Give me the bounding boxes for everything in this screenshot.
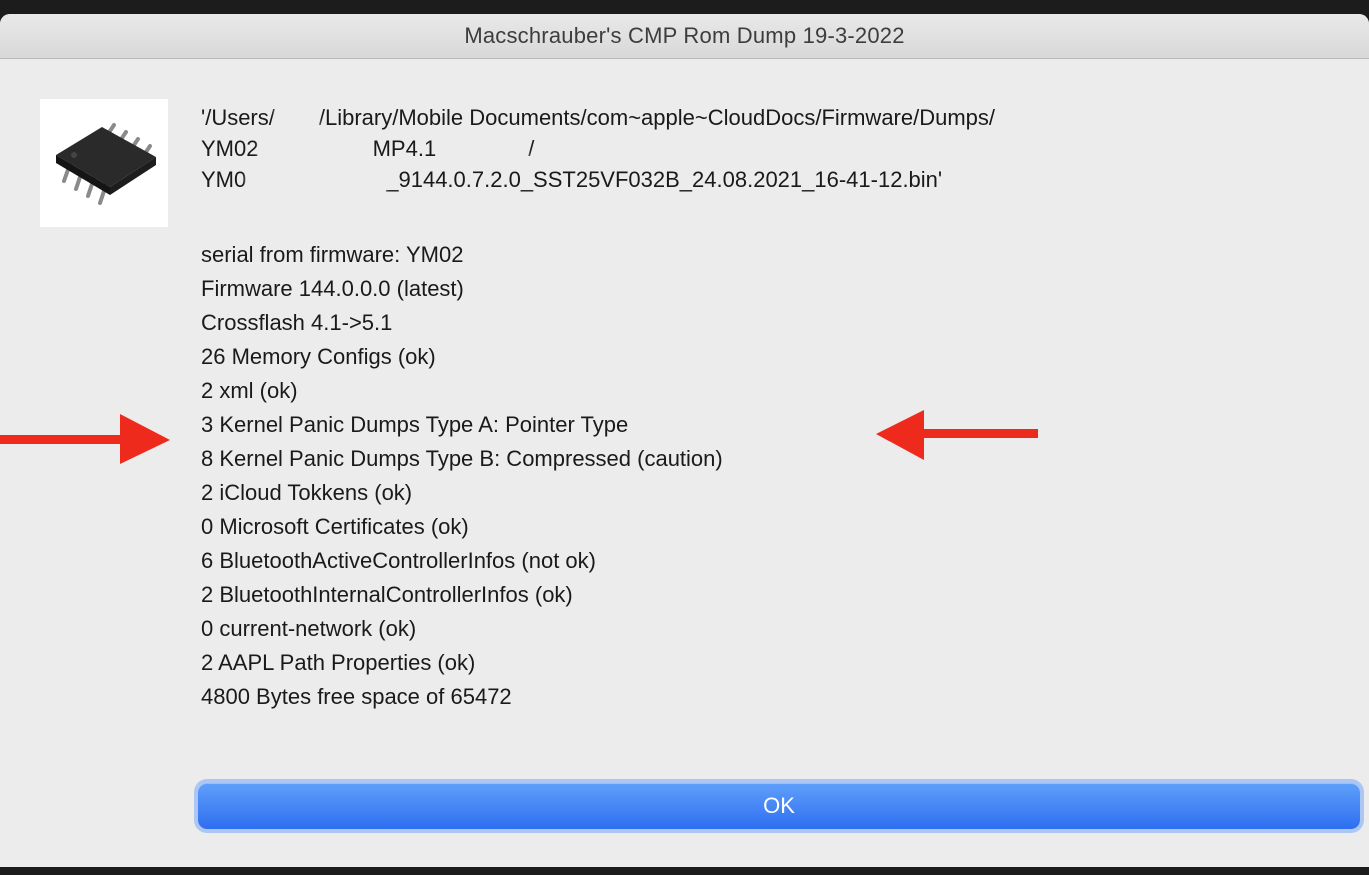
window-title: Macschrauber's CMP Rom Dump 19-3-2022 [464,23,905,48]
info-line-kernel-panic-b: 8 Kernel Panic Dumps Type B: Compressed … [201,446,723,471]
redacted-text [246,170,387,193]
info-line-firmware: Firmware 144.0.0.0 (latest) [201,276,464,301]
info-line-bt-internal: 2 BluetoothInternalControllerInfos (ok) [201,582,573,607]
eeprom-chip-icon [40,99,168,227]
path-part: _9144.0.7.2.0_SST25VF032B_24.08.2021_16-… [386,167,943,192]
info-line-microsoft-certificates: 0 Microsoft Certificates (ok) [201,514,469,539]
redacted-text [274,108,319,131]
redacted-text [442,139,529,162]
dump-info-list: serial from firmware: YM02 Firmware 144.… [201,238,723,714]
info-line-xml: 2 xml (ok) [201,378,298,403]
dialog-window: Macschrauber's CMP Rom Dump 19-3-2022 '/… [0,14,1369,867]
info-line-memory-configs: 26 Memory Configs (ok) [201,344,436,369]
info-line-crossflash: Crossflash 4.1->5.1 [201,310,393,335]
redacted-text [258,139,367,162]
window-titlebar[interactable]: Macschrauber's CMP Rom Dump 19-3-2022 [0,14,1369,59]
left-arrow-icon [876,410,1038,460]
info-line-current-network: 0 current-network (ok) [201,616,417,641]
info-line-serial: serial from firmware: YM02 [201,242,464,267]
info-line-kernel-panic-a: 3 Kernel Panic Dumps Type A: Pointer Typ… [201,412,629,437]
file-path: '/Users/ /Library/Mobile Documents/com~ap… [201,102,995,195]
right-arrow-icon [0,414,170,464]
path-part: / [528,136,535,161]
info-line-icloud-tokens: 2 iCloud Tokkens (ok) [201,480,413,505]
info-line-free-space: 4800 Bytes free space of 65472 [201,684,512,709]
path-part: MP4.1 [366,136,443,161]
path-part: '/Users/ [201,105,275,130]
info-line-bt-active: 6 BluetoothActiveControllerInfos (not ok… [201,548,596,573]
ok-button[interactable]: OK [198,783,1360,829]
path-part: YM0 [201,167,247,192]
info-line-aapl-path: 2 AAPL Path Properties (ok) [201,650,476,675]
path-part: YM02 [201,136,259,161]
path-part: /Library/Mobile Documents/com~apple~Clou… [318,105,996,130]
